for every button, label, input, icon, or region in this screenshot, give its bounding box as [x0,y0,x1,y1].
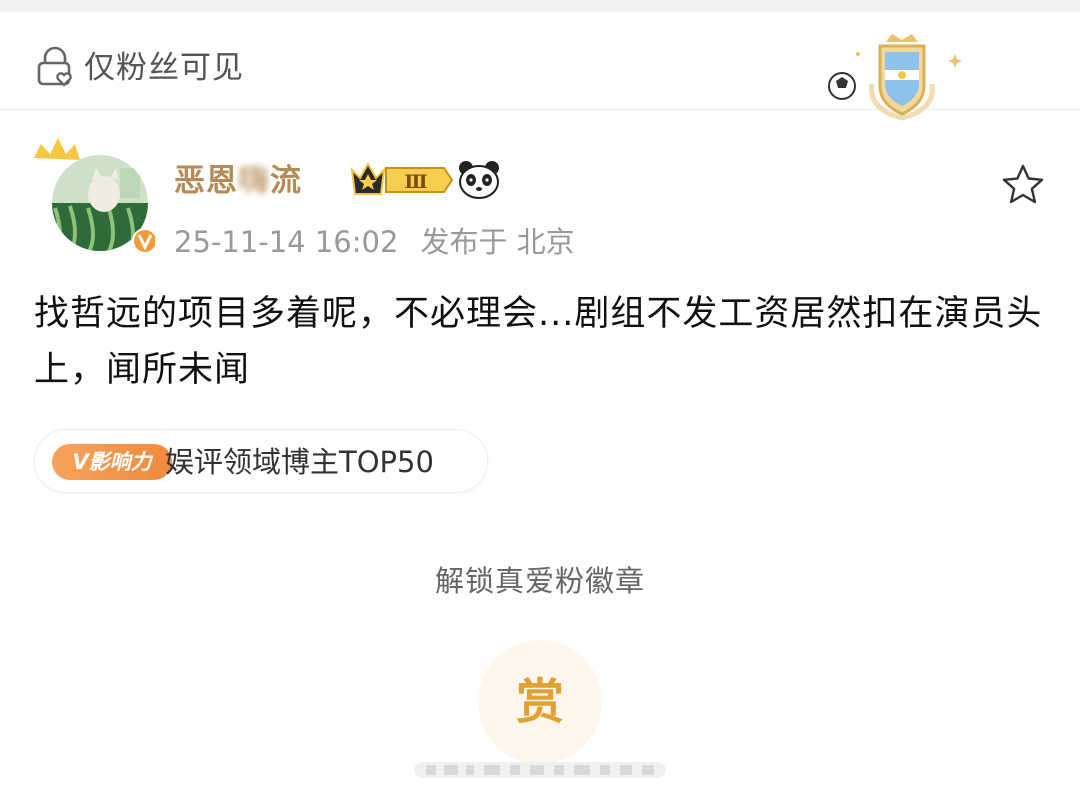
medal-icon [828,34,962,121]
avatar-image [34,138,158,254]
username[interactable]: 恶恩嗨流 [174,162,302,200]
vip-badge-icon[interactable]: Ⅲ [346,158,454,202]
visibility-label: 仅粉丝可见 [84,50,244,86]
star-icon[interactable] [1000,162,1046,208]
reward-button[interactable]: 赏 [478,640,602,764]
post-content: 找哲远的项目多着呢，不必理会...剧组不发工资居然扣在演员头上，闻所未闻 [34,294,1043,390]
username-tail: 流 [270,163,302,199]
avatar[interactable] [30,128,158,254]
location: 发布于 北京 [420,225,575,259]
unlock-badge-text: 解锁真爱粉徽章 [434,564,645,598]
username-visible: 恶恩 [174,163,238,199]
timestamp: 25-11-14 16:02 [174,225,399,259]
blurred-watermark [414,762,666,778]
influence-tag[interactable]: V影响力 娱评领域博主TOP50 [34,429,488,493]
influence-badge: V影响力 [52,444,172,480]
influence-text: 娱评领域博主TOP50 [165,445,434,479]
panda-icon [459,161,499,199]
top-strip [0,0,1080,12]
post-meta: 25-11-14 16:02 发布于 北京 [174,225,575,259]
vip-level-label: Ⅲ [404,171,427,193]
username-blurred: 嗨 [238,163,270,199]
crown-icon [34,138,80,160]
lock-heart-icon [37,46,72,87]
header-bar: 仅粉丝可见 [0,12,1080,121]
